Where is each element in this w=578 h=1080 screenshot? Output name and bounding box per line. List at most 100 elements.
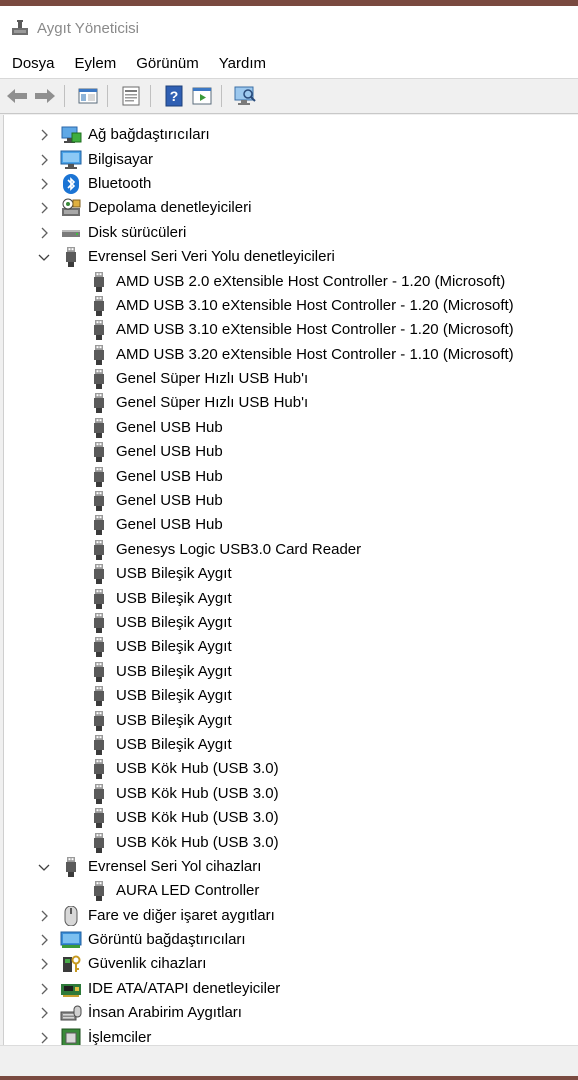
tree-category[interactable]: Güvenlik cihazları xyxy=(4,952,578,976)
tree-device-item[interactable]: Genel Süper Hızlı USB Hub'ı xyxy=(4,391,578,415)
tree-device-item[interactable]: Genel USB Hub xyxy=(4,440,578,464)
tree-category[interactable]: Ağ bağdaştırıcıları xyxy=(4,123,578,147)
collapse-toggle[interactable] xyxy=(38,250,50,264)
tree-item-label: USB Bileşik Aygıt xyxy=(116,589,232,607)
tree-category[interactable]: Depolama denetleyicileri xyxy=(4,196,578,220)
tree-item-label: USB Bileşik Aygıt xyxy=(116,687,232,705)
usb-connector-icon xyxy=(88,539,110,560)
tree-category[interactable]: Görüntü bağdaştırıcıları xyxy=(4,928,578,952)
processor-icon xyxy=(60,1028,82,1045)
tree-device-item[interactable]: Genel USB Hub xyxy=(4,489,578,513)
tree-category[interactable]: Fare ve diğer işaret aygıtları xyxy=(4,904,578,928)
tree-device-item[interactable]: Genesys Logic USB3.0 Card Reader xyxy=(4,538,578,562)
tree-device-item[interactable]: Genel USB Hub xyxy=(4,464,578,488)
tree-category[interactable]: Bilgisayar xyxy=(4,147,578,171)
tree-item-label: Ağ bağdaştırıcıları xyxy=(88,126,210,144)
tree-item-label: USB Bileşik Aygıt xyxy=(116,662,232,680)
tree-device-item[interactable]: USB Bileşik Aygıt xyxy=(4,611,578,635)
forward-button[interactable] xyxy=(33,84,57,108)
tree-category[interactable]: İşlemciler xyxy=(4,1025,578,1045)
tree-item-label: Evrensel Seri Veri Yolu denetleyicileri xyxy=(88,248,335,266)
show-hide-tree-button[interactable] xyxy=(76,84,100,108)
tree-device-item[interactable]: Genel USB Hub xyxy=(4,513,578,537)
tree-device-item[interactable]: USB Bileşik Aygıt xyxy=(4,586,578,610)
tree-device-item[interactable]: USB Bileşik Aygıt xyxy=(4,635,578,659)
tree-device-item[interactable]: USB Kök Hub (USB 3.0) xyxy=(4,757,578,781)
scan-hardware-button[interactable] xyxy=(233,84,257,108)
tree-device-item[interactable]: USB Kök Hub (USB 3.0) xyxy=(4,782,578,806)
tree-category[interactable]: İnsan Arabirim Aygıtları xyxy=(4,1001,578,1025)
toolbar-separator xyxy=(221,85,222,107)
back-button[interactable] xyxy=(5,84,29,108)
tree-category[interactable]: Evrensel Seri Yol cihazları xyxy=(4,855,578,879)
usb-connector-icon xyxy=(88,393,110,414)
tree-device-item[interactable]: Genel Süper Hızlı USB Hub'ı xyxy=(4,367,578,391)
title-bar[interactable]: Aygıt Yöneticisi xyxy=(0,6,578,50)
svg-text:?: ? xyxy=(170,88,179,104)
properties-icon xyxy=(122,86,140,106)
chevron-right-icon xyxy=(41,178,48,190)
usb-connector-icon xyxy=(88,491,110,512)
chevron-right-icon xyxy=(41,934,48,946)
tree-item-label: USB Kök Hub (USB 3.0) xyxy=(116,809,279,827)
expand-toggle[interactable] xyxy=(38,933,50,947)
tree-category[interactable]: IDE ATA/ATAPI denetleyiciler xyxy=(4,977,578,1001)
expand-toggle[interactable] xyxy=(38,201,50,215)
tree-device-item[interactable]: USB Bileşik Aygıt xyxy=(4,684,578,708)
tree-device-item[interactable]: USB Bileşik Aygıt xyxy=(4,708,578,732)
usb-connector-icon xyxy=(60,856,82,877)
expand-toggle[interactable] xyxy=(38,128,50,142)
tree-device-item[interactable]: USB Bileşik Aygıt xyxy=(4,562,578,586)
tree-device-item[interactable]: AMD USB 3.20 eXtensible Host Controller … xyxy=(4,343,578,367)
tree-item-label: Güvenlik cihazları xyxy=(88,955,207,973)
forward-arrow-icon xyxy=(35,89,55,103)
tree-item-label: AMD USB 3.20 eXtensible Host Controller … xyxy=(116,345,514,363)
tree-category[interactable]: Evrensel Seri Veri Yolu denetleyicileri xyxy=(4,245,578,269)
tree-item-label: Genel USB Hub xyxy=(116,467,223,485)
expand-toggle[interactable] xyxy=(38,1031,50,1045)
tree-device-item[interactable]: USB Kök Hub (USB 3.0) xyxy=(4,806,578,830)
expand-toggle[interactable] xyxy=(38,153,50,167)
expand-toggle[interactable] xyxy=(38,982,50,996)
bluetooth-icon xyxy=(60,173,82,194)
window-title: Aygıt Yöneticisi xyxy=(37,19,140,37)
tree-device-item[interactable]: AMD USB 2.0 eXtensible Host Controller -… xyxy=(4,269,578,293)
collapse-toggle[interactable] xyxy=(38,860,50,874)
tree-item-label: Genel USB Hub xyxy=(116,443,223,461)
tree-device-item[interactable]: USB Bileşik Aygıt xyxy=(4,733,578,757)
tree-device-item[interactable]: AMD USB 3.10 eXtensible Host Controller … xyxy=(4,294,578,318)
properties-button[interactable] xyxy=(119,84,143,108)
usb-connector-icon xyxy=(88,613,110,633)
tree-device-item[interactable]: Genel USB Hub xyxy=(4,416,578,440)
tree-device-item[interactable]: AURA LED Controller xyxy=(4,879,578,903)
tree-category[interactable]: Bluetooth xyxy=(4,172,578,196)
menu-file[interactable]: Dosya xyxy=(0,50,65,78)
expand-toggle[interactable] xyxy=(38,226,50,240)
chevron-down-icon xyxy=(38,254,50,262)
expand-toggle[interactable] xyxy=(38,177,50,191)
tree-category[interactable]: Disk sürücüleri xyxy=(4,221,578,245)
expand-toggle[interactable] xyxy=(38,1006,50,1020)
tree-item-label: AMD USB 3.10 eXtensible Host Controller … xyxy=(116,296,514,314)
chevron-right-icon xyxy=(41,910,48,922)
menu-help[interactable]: Yardım xyxy=(209,50,276,78)
run-button[interactable] xyxy=(190,84,214,108)
run-icon xyxy=(192,87,212,105)
expand-toggle[interactable] xyxy=(38,957,50,971)
tree-item-label: Genel Süper Hızlı USB Hub'ı xyxy=(116,370,309,388)
tree-device-item[interactable]: USB Bileşik Aygıt xyxy=(4,660,578,684)
expand-toggle[interactable] xyxy=(38,909,50,923)
usb-connector-icon xyxy=(88,783,110,804)
tree-item-label: AURA LED Controller xyxy=(116,882,260,900)
tree-device-item[interactable]: AMD USB 3.10 eXtensible Host Controller … xyxy=(4,318,578,342)
help-button[interactable]: ? xyxy=(162,84,186,108)
tree-item-label: Bilgisayar xyxy=(88,150,154,168)
menu-view[interactable]: Görünüm xyxy=(126,50,209,78)
menu-action[interactable]: Eylem xyxy=(65,50,127,78)
usb-connector-icon xyxy=(88,369,110,390)
device-tree-panel[interactable]: Ağ bağdaştırıcıları Bilgisayar Bluetooth De… xyxy=(3,115,578,1045)
usb-connector-icon xyxy=(88,637,110,658)
tree-device-item[interactable]: USB Kök Hub (USB 3.0) xyxy=(4,830,578,854)
tree-item-label: Genel Süper Hızlı USB Hub'ı xyxy=(116,394,309,412)
computer-icon xyxy=(60,150,82,170)
